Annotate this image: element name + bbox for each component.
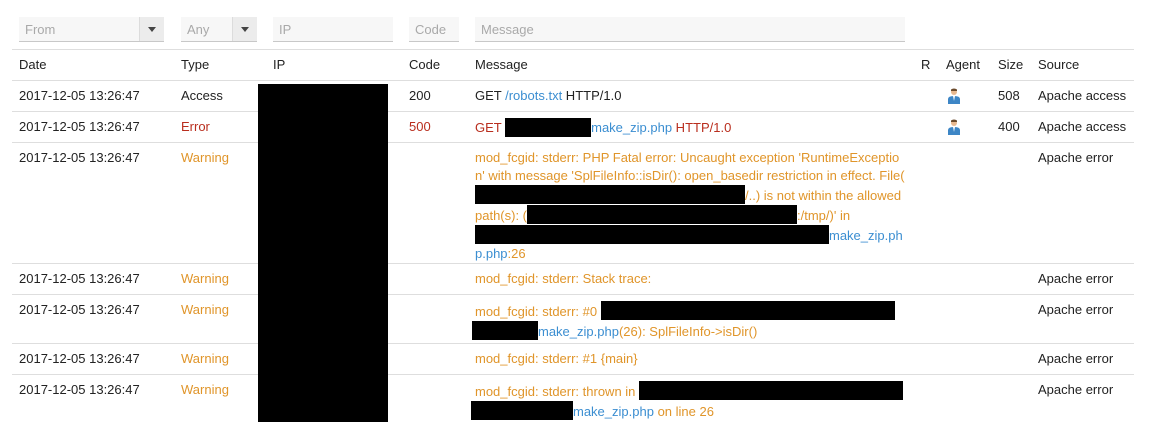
col-r[interactable]: R: [921, 56, 930, 74]
col-type[interactable]: Type: [181, 56, 209, 74]
row-type: Warning: [181, 150, 229, 165]
divider: [12, 294, 1134, 295]
col-source[interactable]: Source: [1038, 56, 1079, 74]
row-code: 200: [409, 88, 431, 103]
redacted-ip-block: [258, 84, 388, 422]
divider: [12, 111, 1134, 112]
row-date: 2017-12-05 13:26:47: [19, 88, 140, 103]
row-date: 2017-12-05 13:26:47: [19, 271, 140, 286]
row-date: 2017-12-05 13:26:47: [19, 382, 140, 397]
row-message: mod_fcgid: stderr: #0 make_zip.php(26): …: [472, 301, 905, 341]
message-filter-placeholder: Message: [481, 22, 534, 37]
row-size: 508: [998, 88, 1020, 103]
chevron-down-icon[interactable]: [232, 17, 257, 41]
row-message: mod_fcgid: stderr: thrown in make_zip.ph…: [471, 381, 905, 421]
message-text: mod_fcgid: stderr: PHP Fatal error: Unca…: [475, 150, 905, 183]
redacted-block: [471, 401, 573, 420]
row-message: mod_fcgid: stderr: Stack trace:: [475, 271, 652, 286]
message-text: (26): SplFileInfo->isDir(): [618, 324, 758, 339]
divider: [12, 49, 1134, 50]
ip-filter-input[interactable]: IP: [273, 17, 393, 42]
divider: [12, 142, 1134, 143]
row-size: 400: [998, 119, 1020, 134]
from-filter-label: From: [25, 22, 56, 37]
row-source: Apache error: [1038, 382, 1114, 397]
row-message: mod_fcgid: stderr: #1 {main}: [475, 351, 638, 366]
row-type: Warning: [181, 382, 229, 397]
ip-filter-placeholder: IP: [279, 22, 292, 37]
code-filter-input[interactable]: Code: [409, 17, 459, 42]
chevron-down-icon[interactable]: [139, 17, 164, 41]
row-date: 2017-12-05 13:26:47: [19, 119, 140, 134]
row-message: GET make_zip.php HTTP/1.0: [475, 118, 905, 137]
type-filter-label: Any: [187, 22, 210, 37]
user-icon[interactable]: [946, 88, 962, 104]
message-filter-input[interactable]: Message: [475, 17, 905, 42]
message-text: on line 26: [653, 404, 714, 419]
col-agent[interactable]: Agent: [946, 56, 980, 74]
redacted-block: [475, 225, 829, 244]
message-text: HTTP/1.0: [672, 120, 732, 135]
code-filter-placeholder: Code: [415, 22, 447, 37]
message-text: mod_fcgid: stderr: thrown in: [475, 384, 640, 399]
row-source: Apache error: [1038, 351, 1114, 366]
message-text: GET: [475, 88, 506, 103]
divider: [12, 343, 1134, 344]
redacted-block: [472, 321, 538, 340]
row-type: Warning: [181, 351, 229, 366]
row-source: Apache error: [1038, 271, 1114, 286]
message-link[interactable]: make_zip.php: [538, 324, 619, 339]
message-text: HTTP/1.0: [562, 88, 622, 103]
row-message: GET /robots.txt HTTP/1.0: [475, 87, 905, 105]
divider: [12, 263, 1134, 264]
row-type: Error: [181, 119, 210, 134]
row-source: Apache access: [1038, 119, 1127, 134]
col-code[interactable]: Code: [409, 56, 440, 74]
redacted-block: [600, 301, 895, 320]
redacted-block: [639, 381, 904, 400]
message-link[interactable]: make_zip.php: [591, 120, 672, 135]
message-text: GET: [475, 120, 506, 135]
message-text: :/tmp/)' in: [797, 208, 851, 223]
type-filter[interactable]: Any: [181, 17, 257, 42]
message-link-ext[interactable]: .php: [482, 246, 507, 261]
row-date: 2017-12-05 13:26:47: [19, 351, 140, 366]
redacted-block: [527, 205, 798, 224]
message-text: :26: [507, 246, 526, 261]
row-type: Warning: [181, 271, 229, 286]
row-date: 2017-12-05 13:26:47: [19, 302, 140, 317]
col-size[interactable]: Size: [998, 56, 1023, 74]
col-ip[interactable]: IP: [273, 56, 285, 74]
message-link[interactable]: /robots.txt: [505, 88, 562, 103]
col-message[interactable]: Message: [475, 56, 528, 74]
user-icon[interactable]: [946, 119, 962, 135]
row-date: 2017-12-05 13:26:47: [19, 150, 140, 165]
divider: [12, 80, 1134, 81]
row-type: Access: [181, 88, 223, 103]
redacted-block: [505, 118, 592, 137]
col-date[interactable]: Date: [19, 56, 46, 74]
row-type: Warning: [181, 302, 229, 317]
row-source: Apache access: [1038, 88, 1127, 103]
row-source: Apache error: [1038, 150, 1114, 165]
row-source: Apache error: [1038, 302, 1114, 317]
row-message: mod_fcgid: stderr: PHP Fatal error: Unca…: [475, 149, 905, 263]
redacted-block: [475, 185, 745, 204]
message-text: mod_fcgid: stderr: #0: [475, 304, 601, 319]
divider: [12, 374, 1134, 375]
from-filter[interactable]: From: [19, 17, 164, 42]
row-code: 500: [409, 119, 431, 134]
message-link[interactable]: make_zip.php: [573, 404, 654, 419]
